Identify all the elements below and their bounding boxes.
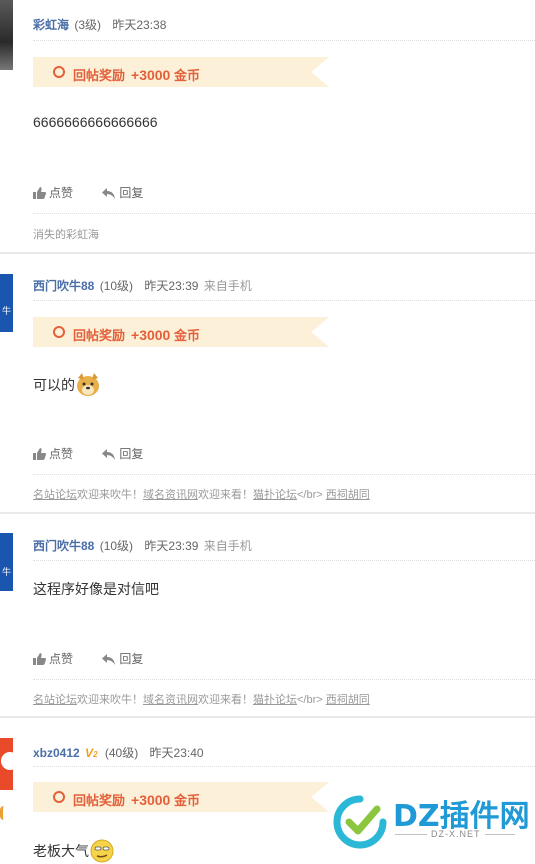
post-time: 昨天23:39 [144,539,199,553]
post-time: 昨天23:38 [112,18,167,32]
signature-text: </br> [297,694,323,706]
signature: 名站论坛欢迎来吹牛！域名资讯网欢迎来看！猫扑论坛</br> 西祠胡同 [33,486,370,502]
post-text: 老板大气 [33,843,89,859]
signature-link[interactable]: 域名资讯网 [143,694,198,706]
reward-banner: 回帖奖励 +3000 金币 [33,57,329,87]
user-level: (40级) [104,746,139,760]
user-level: (3级) [74,18,102,32]
post-content: 6666666666666666 [33,114,158,130]
signature-link[interactable]: 西祠胡同 [326,489,370,501]
divider [33,474,535,475]
username-link[interactable]: xbz0412 [33,746,80,760]
brand-domain: DZ-X.NET [427,829,485,839]
reward-amount: +3000 [131,327,171,343]
post-text: 可以的 [33,377,75,393]
reward-banner: 回帖奖励 +3000 金币 [33,317,329,347]
watermark-logo: DZ插件网 DZ-X.NET [333,791,535,858]
reply-button[interactable]: 回复 [102,445,143,462]
reward-label: 回帖奖励 [73,328,126,343]
username-link[interactable]: 西门吹牛88 [33,539,94,553]
signature-link[interactable]: 域名资讯网 [143,489,198,501]
username-link[interactable]: 彩虹海 [33,18,69,32]
divider [33,766,535,767]
username-link[interactable]: 西门吹牛88 [33,279,94,293]
thumbs-up-icon [33,448,46,460]
reward-amount: +3000 [131,792,171,808]
user-avatar[interactable] [0,738,13,790]
post-content: 这程序好像是对信吧 [33,581,159,597]
thumbs-up-icon [33,187,46,199]
post-time: 昨天23:39 [144,279,199,293]
user-avatar[interactable] [0,0,13,70]
signature-link[interactable]: 猫扑论坛 [253,489,297,501]
vip-badge-icon: V2 [85,746,98,760]
user-avatar[interactable]: 牛 [0,274,13,332]
divider [33,213,535,214]
signature-text: 欢迎来看！ [198,489,253,501]
reward-label: 回帖奖励 [73,68,126,83]
user-level: (10级) [99,279,134,293]
post-source: 来自手机 [203,279,252,293]
divider [33,560,535,561]
reward-unit: 金币 [173,793,200,808]
doge-emoji-icon [77,373,99,396]
divider [33,679,535,680]
smirk-emoji-icon [90,839,114,863]
reward-unit: 金币 [173,328,200,343]
dz-logo-icon [333,795,387,849]
reward-amount: +3000 [131,67,171,83]
reward-label: 回帖奖励 [73,793,126,808]
reward-circle-icon [53,326,65,338]
divider [33,300,535,301]
like-label: 点赞 [49,652,74,666]
like-label: 点赞 [49,186,74,200]
reply-arrow-icon [102,654,116,665]
post-meta: 西门吹牛88 (10级) 昨天23:39 来自手机 [33,277,252,294]
like-button[interactable]: 点赞 [33,445,73,462]
signature: 名站论坛欢迎来吹牛！域名资讯网欢迎来看！猫扑论坛</br> 西祠胡同 [33,691,370,707]
post-separator [0,252,535,254]
reply-label: 回复 [119,186,144,200]
signature-text: 欢迎来吹牛！ [77,489,143,501]
reply-arrow-icon [102,449,116,460]
user-level: (10级) [99,539,134,553]
thumbs-up-icon [33,653,46,665]
post-time: 昨天23:40 [149,746,204,760]
medal-icon [0,806,11,820]
signature-text: 欢迎来吹牛！ [77,694,143,706]
post-actions: 点赞 回复 [33,650,143,667]
post-meta: 彩虹海 (3级) 昨天23:38 [33,16,166,33]
reward-circle-icon [53,791,65,803]
post-meta: 西门吹牛88 (10级) 昨天23:39 来自手机 [33,537,252,554]
reply-button[interactable]: 回复 [102,184,143,201]
divider [33,40,535,41]
reply-arrow-icon [102,188,116,199]
signature-link[interactable]: 名站论坛 [33,489,77,501]
post-separator [0,716,535,718]
post-separator [0,512,535,514]
signature-link[interactable]: 猫扑论坛 [253,694,297,706]
signature: 消失的彩虹海 [33,229,99,241]
reward-circle-icon [53,66,65,78]
reply-button[interactable]: 回复 [102,650,143,667]
post-actions: 点赞 回复 [33,445,143,462]
post-source: 来自手机 [203,539,252,553]
user-avatar[interactable]: 牛 [0,533,13,591]
like-button[interactable]: 点赞 [33,184,73,201]
signature-text: 欢迎来看！ [198,694,253,706]
post-content: 老板大气 [33,838,115,864]
signature-text: </br> [297,489,323,501]
signature-link[interactable]: 西祠胡同 [326,694,370,706]
reward-unit: 金币 [173,68,200,83]
post-meta: xbz0412 V2 (40级) 昨天23:40 [33,744,204,761]
like-button[interactable]: 点赞 [33,650,73,667]
like-label: 点赞 [49,447,74,461]
post-actions: 点赞 回复 [33,184,143,201]
reply-label: 回复 [119,652,144,666]
reward-banner: 回帖奖励 +3000 金币 [33,782,329,812]
reply-label: 回复 [119,447,144,461]
post-content: 可以的 [33,372,101,398]
signature-link[interactable]: 名站论坛 [33,694,77,706]
